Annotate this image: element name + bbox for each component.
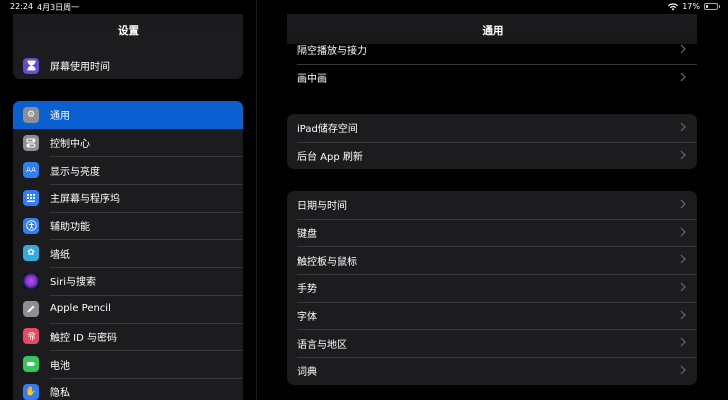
grid-icon xyxy=(23,189,39,206)
detail-group-1-rows: 隔空播放与接力 画中画 xyxy=(287,36,697,91)
chevron-right-icon xyxy=(680,72,686,82)
row-trackpad-mouse[interactable]: 触控板与鼠标 xyxy=(287,246,697,274)
gear-icon: ⚙ xyxy=(23,106,39,123)
switches-icon xyxy=(23,134,39,151)
row-gestures[interactable]: 手势 xyxy=(287,274,697,302)
sidebar-item-control-center[interactable]: 控制中心 xyxy=(13,129,243,157)
row-fonts[interactable]: 字体 xyxy=(287,301,697,330)
sidebar-item-battery[interactable]: 电池 xyxy=(13,350,243,378)
sidebar-item-general[interactable]: ⚙ 通用 xyxy=(13,101,243,129)
chevron-right-icon xyxy=(680,44,686,54)
chevron-right-icon xyxy=(680,150,686,160)
row-language-region[interactable]: 语言与地区 xyxy=(287,329,697,357)
sidebar-group-1-rows: 屏幕使用时间 xyxy=(13,52,243,80)
chevron-right-icon xyxy=(680,199,686,209)
row-ipad-storage[interactable]: iPad储存空间 xyxy=(287,114,697,142)
row-date-time[interactable]: 日期与时间 xyxy=(287,191,697,219)
sidebar-group-2: ⚙ 通用 控制中心 AA 显示与亮度 主屏幕与程序坞 辅助功能 ✿ 墙纸 Sir… xyxy=(13,101,243,400)
hand-icon: ✋ xyxy=(23,383,39,400)
row-dictionary[interactable]: 词典 xyxy=(287,357,697,385)
detail-group-2: iPad储存空间 后台 App 刷新 xyxy=(287,114,697,170)
settings-sidebar: 设置 屏幕使用时间 ⚙ 通用 控制中心 AA 显示与亮度 主屏幕与程序坞 辅助功… xyxy=(0,0,257,400)
sidebar-item-display-brightness[interactable]: AA 显示与亮度 xyxy=(13,156,243,184)
sidebar-item-privacy[interactable]: ✋ 隐私 xyxy=(13,377,243,400)
status-date: 4月3日周一 xyxy=(37,3,80,12)
sidebar-item-screen-time[interactable]: 屏幕使用时间 xyxy=(13,52,243,80)
detail-group-3: 日期与时间 键盘 触控板与鼠标 手势 字体 语言与地区 词典 xyxy=(287,191,697,385)
text-size-icon: AA xyxy=(23,162,39,179)
accessibility-icon xyxy=(23,217,39,234)
battery-icon xyxy=(23,356,39,373)
sidebar-item-accessibility[interactable]: 辅助功能 xyxy=(13,211,243,240)
chevron-right-icon xyxy=(680,227,686,237)
flower-icon: ✿ xyxy=(23,245,39,262)
siri-icon xyxy=(23,272,39,289)
row-picture-in-picture[interactable]: 画中画 xyxy=(287,63,697,92)
row-keyboard[interactable]: 键盘 xyxy=(287,218,697,247)
chevron-right-icon xyxy=(680,254,686,264)
hourglass-icon xyxy=(23,57,39,74)
wifi-icon xyxy=(668,2,679,10)
chevron-right-icon xyxy=(680,282,686,292)
general-detail-pane: 通用 隔空播放与接力 画中画 iPad储存空间 后台 App 刷新 日期与时间 … xyxy=(258,0,728,400)
pencil-icon xyxy=(23,300,39,317)
sidebar-item-apple-pencil[interactable]: Apple Pencil xyxy=(13,294,243,323)
battery-icon xyxy=(704,3,718,10)
row-background-app-refresh[interactable]: 后台 App 刷新 xyxy=(287,141,697,170)
fingerprint-icon xyxy=(23,328,39,345)
sidebar-item-touch-id-passcode[interactable]: 触控 ID 与密码 xyxy=(13,322,243,351)
sidebar-title: 设置 xyxy=(118,25,139,37)
chevron-right-icon xyxy=(680,338,686,347)
status-bar: 22:24 4月3日周一 17% xyxy=(0,0,728,14)
chevron-right-icon xyxy=(680,122,686,132)
sidebar-item-home-screen-dock[interactable]: 主屏幕与程序坞 xyxy=(13,184,243,212)
battery-percent: 17% xyxy=(682,2,700,11)
row-airplay-handoff[interactable]: 隔空播放与接力 xyxy=(287,36,697,64)
chevron-right-icon xyxy=(680,310,686,320)
sidebar-item-wallpaper[interactable]: ✿ 墙纸 xyxy=(13,239,243,267)
status-right: 17% xyxy=(668,2,720,11)
status-time: 22:24 xyxy=(10,2,34,11)
sidebar-item-siri-search[interactable]: Siri与搜索 xyxy=(13,267,243,295)
chevron-right-icon xyxy=(680,365,686,375)
